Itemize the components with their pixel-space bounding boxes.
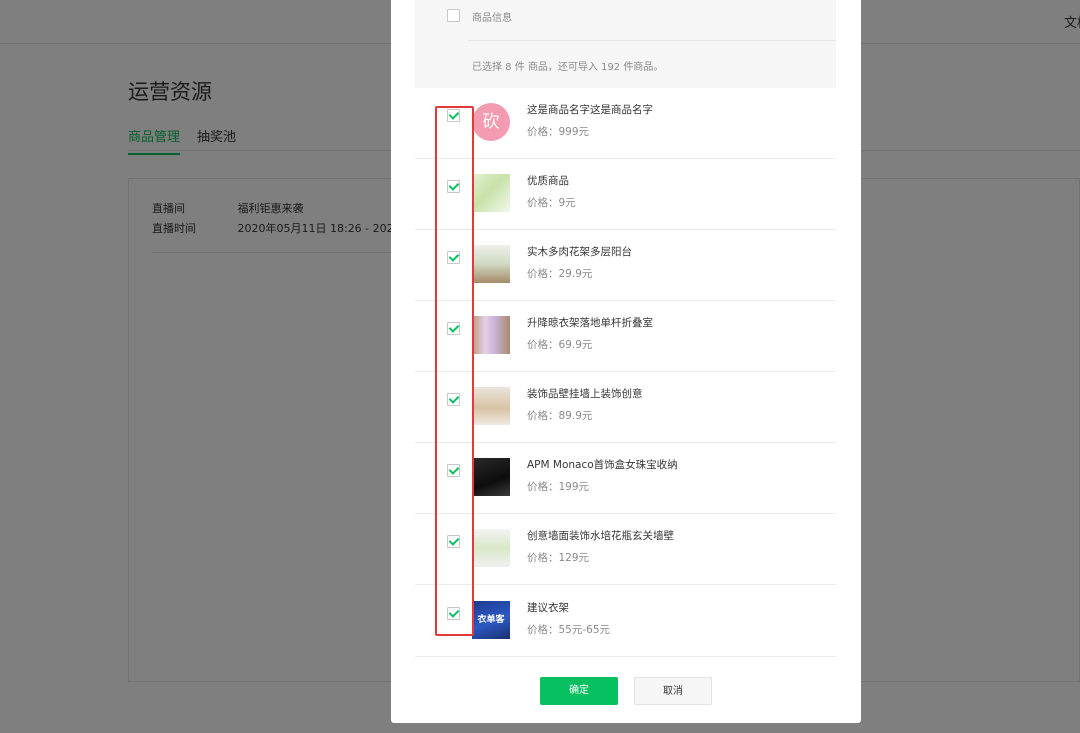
product-row[interactable]: 升降晾衣架落地单杆折叠室 价格：69.9元 <box>415 301 836 372</box>
product-checkbox[interactable] <box>447 535 460 548</box>
cancel-button[interactable]: 取消 <box>634 677 712 705</box>
product-thumbnail <box>472 529 510 567</box>
product-name: 创意墙面装饰水培花瓶玄关墙壁 <box>527 530 674 542</box>
header-label: 商品信息 <box>472 13 512 24</box>
product-thumbnail <box>472 174 510 212</box>
product-name: 优质商品 <box>527 175 569 187</box>
product-thumbnail <box>472 316 510 354</box>
product-checkbox[interactable] <box>447 109 460 122</box>
product-price: 价格：999元 <box>527 126 590 138</box>
select-all-checkbox[interactable] <box>447 9 460 22</box>
product-price: 价格：89.9元 <box>527 410 593 422</box>
product-row[interactable]: APM Monaco首饰盒女珠宝收纳 价格：199元 <box>415 443 836 514</box>
selection-summary: 已选择 8 件 商品，还可导入 192 件商品。 <box>472 62 664 73</box>
header-divider <box>468 40 836 41</box>
product-thumbnail: 衣单客 <box>472 601 510 639</box>
product-checkbox[interactable] <box>447 180 460 193</box>
product-thumbnail <box>472 245 510 283</box>
select-products-dialog: 商品信息 已选择 8 件 商品，还可导入 192 件商品。 砍 这是商品名字这是… <box>391 0 861 723</box>
product-name: 实木多肉花架多层阳台 <box>527 246 632 258</box>
product-thumbnail <box>472 458 510 496</box>
product-name: 建议衣架 <box>527 602 569 614</box>
product-row[interactable]: 创意墙面装饰水培花瓶玄关墙壁 价格：129元 <box>415 514 836 585</box>
product-name: 升降晾衣架落地单杆折叠室 <box>527 317 653 329</box>
product-price: 价格：199元 <box>527 481 590 493</box>
product-name: 装饰品壁挂墙上装饰创意 <box>527 388 643 400</box>
product-thumbnail <box>472 387 510 425</box>
product-checkbox[interactable] <box>447 393 460 406</box>
product-row[interactable]: 砍 这是商品名字这是商品名字 价格：999元 <box>415 88 836 159</box>
product-price: 价格：55元-65元 <box>527 624 611 636</box>
product-row[interactable]: 实木多肉花架多层阳台 价格：29.9元 <box>415 230 836 301</box>
product-name: 这是商品名字这是商品名字 <box>527 104 653 116</box>
product-checkbox[interactable] <box>447 251 460 264</box>
product-price: 价格：29.9元 <box>527 268 593 280</box>
product-row[interactable]: 衣单客 建议衣架 价格：55元-65元 <box>415 586 836 657</box>
product-price: 价格：9元 <box>527 197 576 209</box>
product-row[interactable]: 优质商品 价格：9元 <box>415 159 836 230</box>
product-row[interactable]: 装饰品壁挂墙上装饰创意 价格：89.9元 <box>415 372 836 443</box>
product-checkbox[interactable] <box>447 607 460 620</box>
product-thumbnail: 砍 <box>472 103 510 141</box>
product-price: 价格：69.9元 <box>527 339 593 351</box>
product-checkbox[interactable] <box>447 322 460 335</box>
product-price: 价格：129元 <box>527 552 590 564</box>
dialog-header: 商品信息 已选择 8 件 商品，还可导入 192 件商品。 <box>415 0 836 88</box>
product-checkbox[interactable] <box>447 464 460 477</box>
confirm-button[interactable]: 确定 <box>540 677 618 705</box>
product-name: APM Monaco首饰盒女珠宝收纳 <box>527 459 678 471</box>
